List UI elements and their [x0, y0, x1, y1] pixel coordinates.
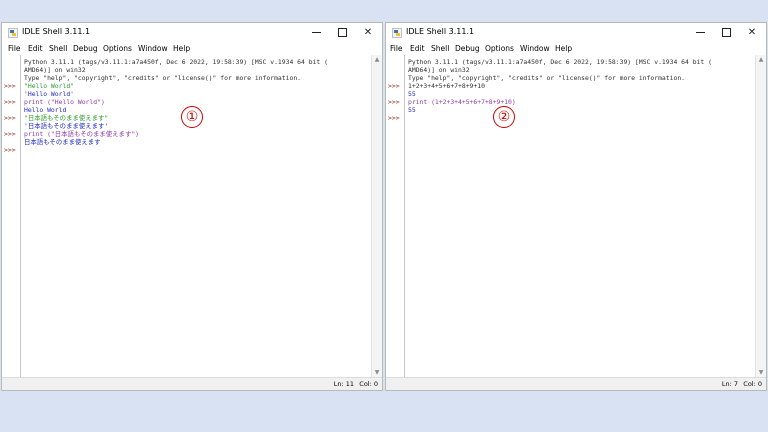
menu-edit[interactable]: Edit [28, 44, 43, 53]
close-icon: ✕ [363, 27, 373, 38]
shell-area[interactable]: >>> >>> >>> Python 3.11.1 (tags/v3.11.1:a7… [386, 55, 766, 378]
marker-1: ① [181, 106, 203, 128]
prompt-marker: >>> [4, 130, 16, 138]
menu-debug[interactable]: Debug [455, 44, 480, 53]
shell-line: print ("Hello World") [24, 98, 105, 106]
menu-debug[interactable]: Debug [73, 44, 98, 53]
shell-area[interactable]: >>> >>> >>> >>> >>> Python 3.11.1 (tags/v3.1… [2, 55, 382, 378]
close-icon: ✕ [747, 27, 757, 38]
status-line: Ln: 11 [333, 380, 354, 388]
shell-line: print (1+2+3+4+5+6+7+8+9+10) [408, 98, 516, 106]
minimize-icon [311, 31, 321, 33]
close-button[interactable]: ✕ [356, 25, 380, 41]
minimize-button[interactable] [304, 25, 328, 41]
shell-line: 日本語もそのまま使えます [24, 138, 101, 146]
menu-help[interactable]: Help [555, 44, 572, 53]
shell-line: Hello World [24, 106, 67, 114]
status-column: Col: 0 [743, 380, 762, 388]
shell-line: "日本語もそのまま使えます" [24, 114, 109, 122]
window-title: IDLE Shell 3.11.1 [22, 27, 91, 36]
window-title: IDLE Shell 3.11.1 [406, 27, 475, 36]
menu-options[interactable]: Options [485, 44, 514, 53]
menu-bar: File Edit Shell Debug Options Window Hel… [2, 43, 382, 55]
menu-window[interactable]: Window [520, 44, 550, 53]
maximize-button[interactable] [714, 25, 738, 41]
status-line: Ln: 7 [721, 380, 738, 388]
status-bar: Ln: 7 Col: 0 [386, 377, 766, 390]
vertical-scrollbar[interactable]: ▲ ▼ [371, 55, 382, 378]
shell-line: 55 [408, 90, 416, 98]
shell-text[interactable]: Python 3.11.1 (tags/v3.11.1:a7a450f, Dec… [407, 55, 755, 378]
gutter-separator [20, 55, 21, 378]
menu-file[interactable]: File [8, 44, 21, 53]
shell-line: 'Hello World' [24, 90, 75, 98]
prompt-marker: >>> [4, 114, 16, 122]
close-button[interactable]: ✕ [740, 25, 764, 41]
shell-line: AMD64)] on win32 [408, 66, 470, 74]
idle-python-icon [8, 28, 18, 38]
menu-shell[interactable]: Shell [49, 44, 67, 53]
menu-file[interactable]: File [390, 44, 403, 53]
prompt-marker: >>> [388, 82, 400, 90]
shell-line: Python 3.11.1 (tags/v3.11.1:a7a450f, Dec… [408, 58, 712, 66]
idle-python-icon [392, 28, 402, 38]
maximize-button[interactable] [330, 25, 354, 41]
scroll-up-arrow-icon[interactable]: ▲ [756, 55, 766, 65]
prompt-gutter: >>> >>> >>> >>> >>> [2, 55, 19, 378]
menu-window[interactable]: Window [138, 44, 168, 53]
shell-line: Type "help", "copyright", "credits" or "… [408, 74, 686, 82]
shell-line: print ("日本語もそのまま使えます") [24, 130, 140, 138]
title-bar[interactable]: IDLE Shell 3.11.1 ✕ [2, 23, 382, 43]
status-column: Col: 0 [359, 380, 378, 388]
idle-shell-window-2: IDLE Shell 3.11.1 ✕ File Edit Shell Debu… [385, 22, 767, 391]
prompt-marker: >>> [388, 114, 400, 122]
scroll-up-arrow-icon[interactable]: ▲ [372, 55, 382, 65]
title-bar[interactable]: IDLE Shell 3.11.1 ✕ [386, 23, 766, 43]
shell-text[interactable]: Python 3.11.1 (tags/v3.11.1:a7a450f, Dec… [23, 55, 371, 378]
menu-help[interactable]: Help [173, 44, 190, 53]
shell-line: 1+2+3+4+5+6+7+8+9+10 [408, 82, 485, 90]
prompt-marker: >>> [388, 98, 400, 106]
minimize-button[interactable] [688, 25, 712, 41]
idle-shell-window-1: IDLE Shell 3.11.1 ✕ File Edit Shell Debu… [1, 22, 383, 391]
marker-2: ② [493, 106, 515, 128]
maximize-icon [721, 27, 731, 37]
shell-line: AMD64)] on win32 [24, 66, 86, 74]
shell-line: 55 [408, 106, 416, 114]
shell-line: Type "help", "copyright", "credits" or "… [24, 74, 302, 82]
prompt-gutter: >>> >>> >>> [386, 55, 403, 378]
minimize-icon [695, 31, 705, 33]
maximize-icon [337, 27, 347, 37]
gutter-separator [404, 55, 405, 378]
status-bar: Ln: 11 Col: 0 [2, 377, 382, 390]
shell-line: "Hello World" [24, 82, 75, 90]
prompt-marker: >>> [4, 98, 16, 106]
prompt-marker: >>> [4, 82, 16, 90]
menu-shell[interactable]: Shell [431, 44, 449, 53]
menu-edit[interactable]: Edit [410, 44, 425, 53]
shell-line: '日本語もそのまま使えます' [24, 122, 109, 130]
prompt-marker: >>> [4, 146, 16, 154]
menu-options[interactable]: Options [103, 44, 132, 53]
shell-line: Python 3.11.1 (tags/v3.11.1:a7a450f, Dec… [24, 58, 328, 66]
menu-bar: File Edit Shell Debug Options Window Hel… [386, 43, 766, 55]
vertical-scrollbar[interactable]: ▲ ▼ [755, 55, 766, 378]
